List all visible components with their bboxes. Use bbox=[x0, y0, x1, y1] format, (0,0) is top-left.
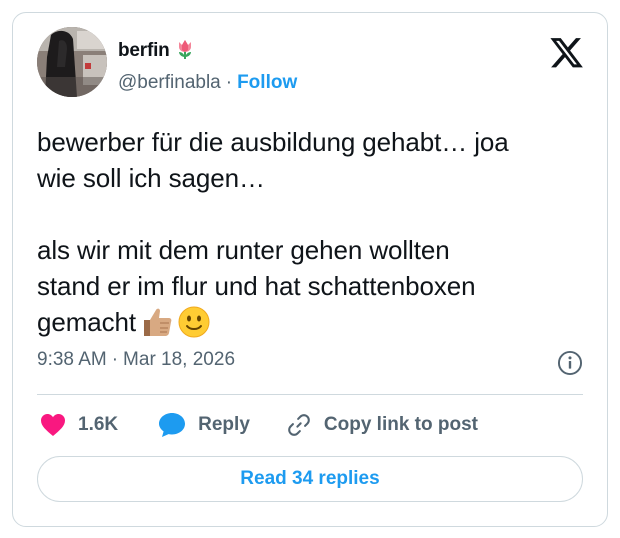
link-icon bbox=[288, 414, 310, 436]
heart-icon bbox=[41, 414, 65, 436]
divider bbox=[37, 394, 583, 395]
tweet-last-line: gemacht bbox=[37, 304, 597, 340]
reply-bubble-icon bbox=[159, 413, 186, 437]
copy-link-label: Copy link to post bbox=[323, 414, 478, 435]
tweet-line: bewerber für die ausbildung gehabt… joa bbox=[37, 127, 509, 157]
tweet-paragraph-gap bbox=[37, 196, 597, 232]
read-replies-label: Read 34 replies bbox=[240, 468, 380, 489]
timestamp[interactable]: 9:38 AM · Mar 18, 2026 bbox=[37, 349, 235, 371]
tweet-line: gemacht bbox=[37, 307, 137, 337]
action-bar: 1.6K Reply Copy link to post bbox=[40, 409, 478, 441]
avatar-image bbox=[37, 27, 107, 97]
read-replies-button[interactable]: Read 34 replies bbox=[37, 456, 583, 502]
tweet-line: als wir mit dem runter gehen wollten bbox=[37, 235, 450, 265]
like-button[interactable]: 1.6K bbox=[40, 413, 118, 437]
reply-button[interactable]: Reply bbox=[158, 412, 250, 438]
copy-link-button[interactable]: Copy link to post bbox=[286, 412, 478, 438]
avatar[interactable] bbox=[37, 27, 107, 97]
slightly-smiling-face-emoji bbox=[178, 306, 210, 338]
like-count: 1.6K bbox=[78, 414, 119, 435]
tweet-time: 9:38 AM bbox=[37, 349, 107, 370]
reply-label: Reply bbox=[198, 414, 250, 435]
author-handle-row: @berfinabla · Follow bbox=[118, 71, 297, 95]
tweet-card: berfin @berfinabla · Follow bewerber für… bbox=[12, 12, 608, 527]
follow-button[interactable]: Follow bbox=[237, 72, 297, 94]
x-logo-icon[interactable] bbox=[550, 37, 583, 68]
tweet-line: wie soll ich sagen… bbox=[37, 163, 265, 193]
separator-dot: · bbox=[225, 72, 233, 93]
thumbs-up-emoji bbox=[144, 308, 172, 336]
tweet-text: bewerber für die ausbildung gehabt… joa … bbox=[37, 124, 597, 340]
tweet-line: stand er im flur und hat schattenboxen bbox=[37, 271, 476, 301]
author-name[interactable]: berfin bbox=[118, 40, 170, 62]
author-name-row: berfin bbox=[118, 39, 196, 63]
author-handle[interactable]: @berfinabla bbox=[118, 72, 221, 94]
separator-dot: · bbox=[111, 349, 119, 370]
info-icon[interactable] bbox=[557, 350, 583, 376]
tweet-date: Mar 18, 2026 bbox=[123, 349, 236, 370]
tulip-emoji bbox=[174, 38, 196, 65]
